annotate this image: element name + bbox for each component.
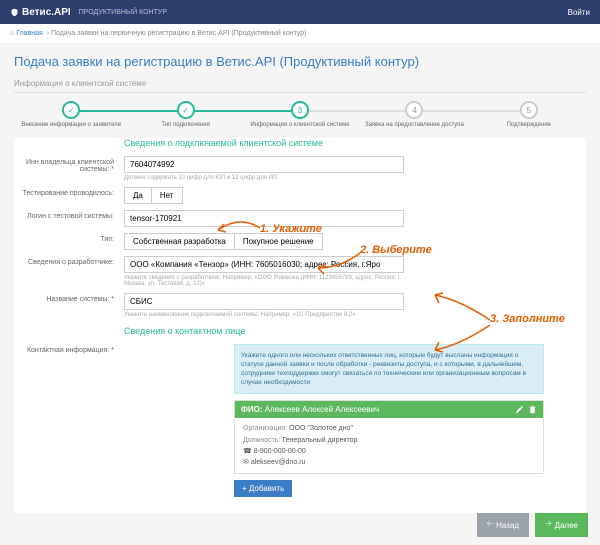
breadcrumb: ⌂ Главная › Подача заявки на первичную р…	[0, 24, 600, 44]
step-5-circle: 5	[520, 101, 538, 119]
contact-card: ФИО: Алексеев Алексей Алексеевич Организ…	[234, 400, 544, 474]
panel1-title: Сведения о подключаемой клиентской систе…	[124, 138, 586, 148]
breadcrumb-current: Подача заявки на первичную регистрацию в…	[51, 30, 307, 37]
inn-label: Инн владельца клиентской системы: *	[14, 156, 124, 173]
section-label: Информация о клиентской системе	[14, 79, 586, 93]
next-button[interactable]: 🡢 Далее	[535, 513, 588, 537]
step-4-circle: 4	[405, 101, 423, 119]
home-icon: ⌂	[10, 30, 14, 37]
stepper: ✓Внесение информации о заявителе ✓Тип по…	[14, 101, 586, 128]
phone-row: ☎ 8-900-000-00-00	[243, 446, 535, 457]
back-button[interactable]: 🡠 Назад	[477, 513, 529, 537]
topbar-subtitle: ПРОДУКТИВНЫЙ КОНТУР	[79, 9, 167, 16]
login-label: Логин с тестовой системы:	[14, 210, 124, 220]
page-title: Подача заявки на регистрацию в Ветис.API…	[14, 54, 586, 69]
step-2-circle: ✓	[177, 101, 195, 119]
panel2-title: Сведения о контактном лице	[124, 326, 586, 336]
type-own-button[interactable]: Собственная разработка	[124, 233, 234, 250]
top-bar: Ветис.API ПРОДУКТИВНЫЙ КОНТУР Войти	[0, 0, 600, 24]
inn-hint: Должен содержать 10 цифр для ЮЛ и 12 циф…	[124, 175, 404, 181]
login-link[interactable]: Войти	[568, 8, 590, 17]
shield-icon	[10, 8, 19, 17]
type-buy-button[interactable]: Покупное решение	[234, 233, 323, 250]
dev-label: Сведения о разработчике:	[14, 256, 124, 266]
step-1-circle: ✓	[62, 101, 80, 119]
dev-hint: Укажите сведения о разработчике. Наприме…	[124, 275, 404, 287]
email-row: ✉ alekseev@dno.ru	[243, 457, 535, 468]
step-3-circle: 3	[291, 101, 309, 119]
login-input[interactable]	[124, 210, 404, 227]
add-contact-button[interactable]: + Добавить	[234, 480, 292, 497]
test-no-button[interactable]: Нет	[151, 187, 183, 204]
contact-card-header: ФИО: Алексеев Алексей Алексеевич	[235, 401, 543, 418]
sys-hint: Укажите наименование подключаемой систем…	[124, 312, 404, 318]
breadcrumb-home[interactable]: Главная	[16, 30, 43, 37]
delete-icon[interactable]	[528, 405, 537, 414]
edit-icon[interactable]	[515, 405, 524, 414]
sys-input[interactable]	[124, 293, 404, 310]
dev-input[interactable]	[124, 256, 404, 273]
type-label: Тип:	[14, 233, 124, 243]
logo: Ветис.API	[10, 7, 71, 18]
sys-label: Название системы: *	[14, 293, 124, 303]
inn-input[interactable]	[124, 156, 404, 173]
contact-label: Контактная информация: *	[14, 344, 124, 354]
client-system-panel: Сведения о подключаемой клиентской систе…	[14, 138, 586, 513]
test-yes-button[interactable]: Да	[124, 187, 151, 204]
contact-info-box: Укажите одного или нескольких ответствен…	[234, 344, 544, 394]
test-label: Тестирование проводилось:	[14, 187, 124, 197]
